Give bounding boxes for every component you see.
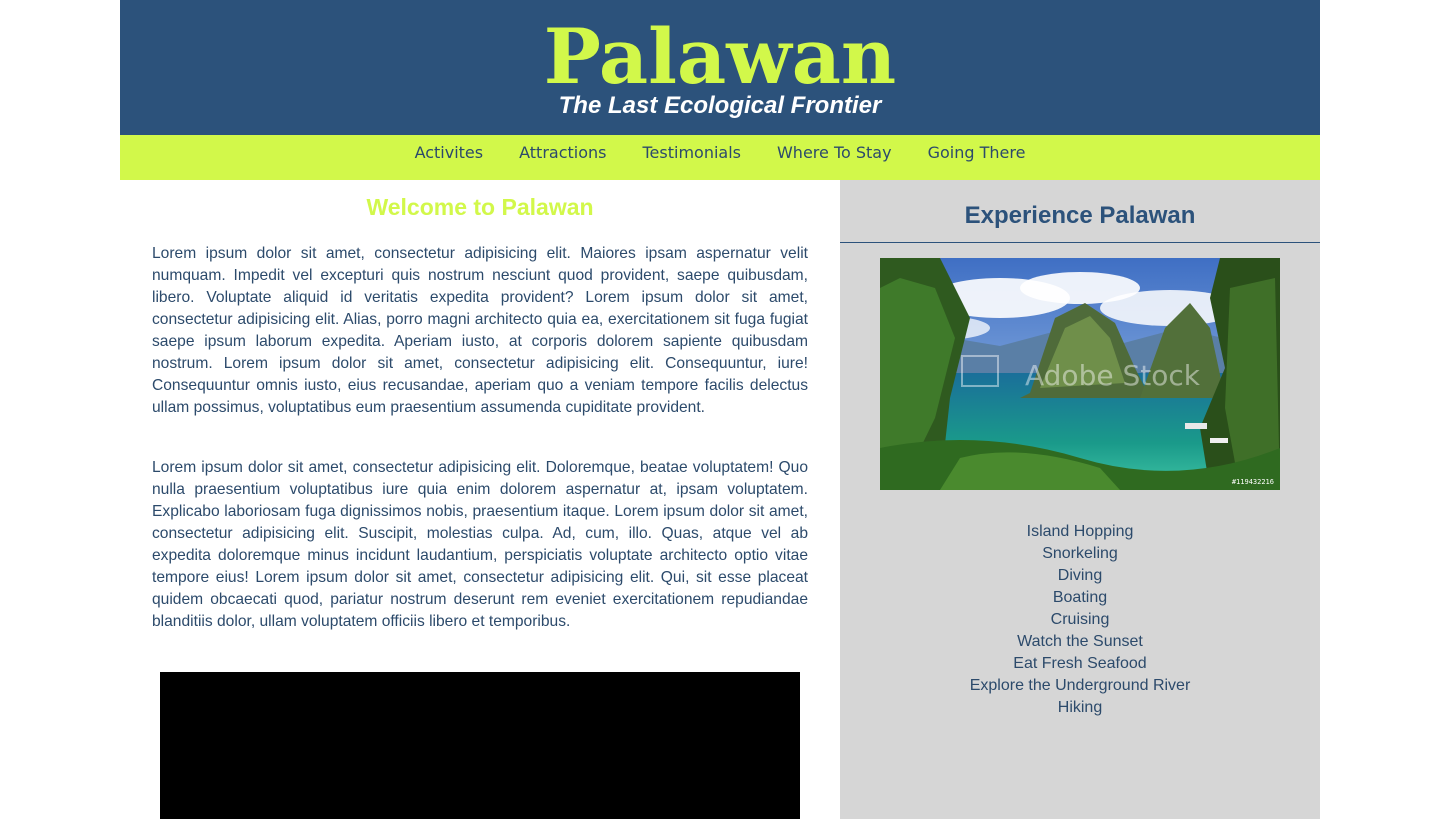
video-player[interactable] [160, 672, 800, 819]
body-paragraph: Lorem ipsum dolor sit amet, consectetur … [152, 459, 808, 630]
site-header: Palawan The Last Ecological Frontier [120, 0, 1320, 135]
main-nav: Activites Attractions Testimonials Where… [120, 135, 1320, 180]
nav-link-testimonials[interactable]: Testimonials [642, 143, 741, 163]
sidebar-divider [840, 242, 1320, 243]
activity-item: Explore the Underground River [969, 677, 1191, 694]
welcome-heading: Welcome to Palawan [366, 194, 594, 220]
site-tagline: The Last Ecological Frontier [558, 92, 882, 119]
activity-item: Diving [1057, 567, 1103, 584]
activity-item: Hiking [1057, 699, 1103, 716]
activity-item: Eat Fresh Seafood [1013, 655, 1147, 672]
activities-list: Island Hopping Snorkeling Diving Boating… [840, 521, 1320, 719]
watermark-text: Adobe Stock [1025, 359, 1201, 392]
sidebar-heading: Experience Palawan [964, 202, 1196, 229]
nav-link-where-to-stay[interactable]: Where To Stay [777, 143, 892, 163]
activity-item: Snorkeling [1042, 545, 1118, 562]
nav-link-going-there[interactable]: Going There [928, 143, 1026, 163]
activity-item: Watch the Sunset [1017, 633, 1143, 650]
activity-item: Island Hopping [1026, 523, 1134, 540]
intro-paragraph: Lorem ipsum dolor sit amet, consectetur … [152, 245, 808, 416]
main-content: Welcome to Palawan Lorem ipsum dolor sit… [120, 180, 840, 819]
nav-link-attractions[interactable]: Attractions [519, 143, 606, 163]
stock-id-text: #119432216 [1232, 478, 1274, 486]
site-title: Palawan [543, 12, 897, 101]
sidebar: Experience Palawan Adobe Stock #11943221… [840, 180, 1320, 819]
palawan-lagoon-photo: Adobe Stock #119432216 [880, 258, 1280, 490]
nav-link-activities[interactable]: Activites [415, 143, 484, 163]
activity-item: Boating [1052, 589, 1108, 606]
activity-item: Cruising [1050, 611, 1110, 628]
page: Palawan The Last Ecological Frontier Act… [120, 0, 1320, 819]
